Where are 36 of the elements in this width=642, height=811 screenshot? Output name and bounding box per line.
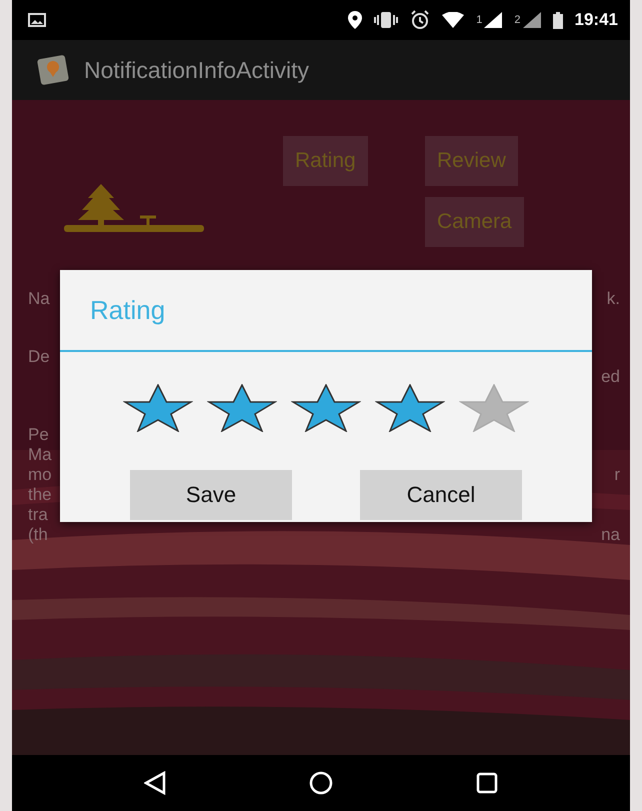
text-fragment: na bbox=[601, 525, 620, 545]
text-fragment: De bbox=[28, 347, 50, 367]
activity-title: NotificationInfoActivity bbox=[84, 56, 309, 84]
text-fragment: k. bbox=[606, 289, 620, 309]
cancel-button[interactable]: Cancel bbox=[360, 470, 522, 520]
save-button[interactable]: Save bbox=[130, 470, 292, 520]
sim-number: 1 bbox=[476, 14, 482, 26]
text-fragment: Ma bbox=[28, 445, 52, 465]
filled-star-icon[interactable] bbox=[375, 384, 445, 432]
wifi-icon bbox=[442, 12, 464, 28]
vibrate-icon bbox=[374, 11, 398, 29]
tree-icon bbox=[64, 184, 204, 232]
filled-star-icon[interactable] bbox=[123, 384, 193, 432]
home-icon[interactable] bbox=[308, 771, 333, 795]
alarm-icon bbox=[410, 10, 430, 30]
text-fragment: tra bbox=[28, 505, 48, 525]
filled-star-icon[interactable] bbox=[291, 384, 361, 432]
text-fragment: r bbox=[614, 465, 620, 485]
text-fragment: Pe bbox=[28, 425, 49, 445]
text-fragment: Na bbox=[28, 289, 50, 309]
text-fragment: the bbox=[28, 485, 52, 505]
overview-icon[interactable] bbox=[476, 772, 498, 794]
picture-icon bbox=[28, 13, 46, 27]
empty-star-icon[interactable] bbox=[459, 384, 529, 432]
text-fragment: ed bbox=[601, 367, 620, 387]
text-fragment: mo bbox=[28, 465, 52, 485]
back-icon[interactable] bbox=[144, 771, 166, 795]
dialog-title: Rating bbox=[60, 270, 592, 352]
signal-icon bbox=[522, 12, 541, 28]
filled-star-icon[interactable] bbox=[207, 384, 277, 432]
sim-number: 2 bbox=[514, 14, 521, 26]
battery-icon bbox=[552, 12, 563, 28]
signal-icon bbox=[484, 12, 502, 28]
text-fragment: (th bbox=[28, 525, 48, 545]
clock-time: 19:41 bbox=[574, 10, 618, 30]
location-pin-icon bbox=[348, 11, 362, 29]
